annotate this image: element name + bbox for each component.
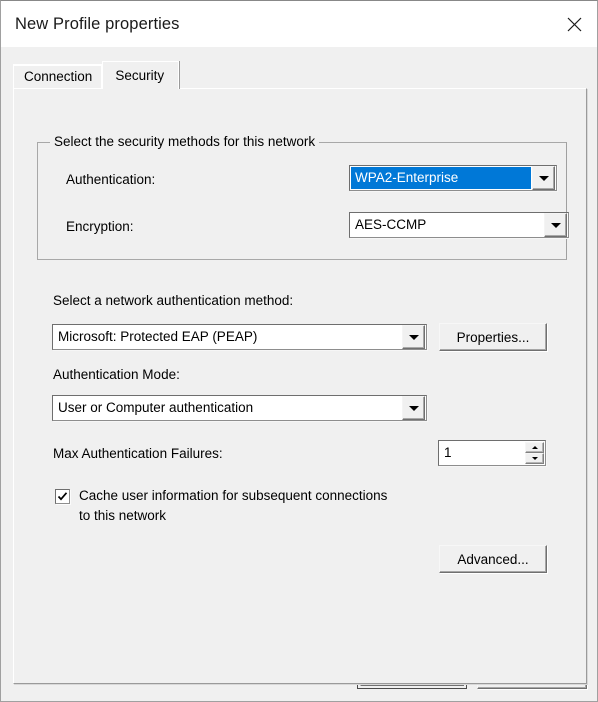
authentication-mode-combobox[interactable]: User or Computer authentication — [52, 395, 427, 421]
tab-security-label: Security — [115, 67, 165, 83]
properties-button[interactable]: Properties... — [439, 323, 547, 351]
authentication-combobox[interactable]: WPA2-Enterprise — [349, 165, 557, 191]
advanced-button[interactable]: Advanced... — [439, 545, 547, 573]
encryption-value: AES-CCMP — [355, 217, 427, 232]
title-bar: New Profile properties — [1, 1, 597, 47]
chevron-down-icon[interactable] — [402, 396, 425, 420]
security-methods-groupbox: Select the security methods for this net… — [37, 134, 569, 260]
network-auth-method-combobox[interactable]: Microsoft: Protected EAP (PEAP) — [52, 324, 427, 350]
security-tab-panel: Select the security methods for this net… — [13, 88, 587, 684]
encryption-label: Encryption: — [66, 219, 134, 234]
chevron-down-icon[interactable] — [532, 166, 555, 190]
cache-user-info-checkbox[interactable] — [55, 489, 70, 504]
tab-connection-label: Connection — [24, 68, 93, 84]
tab-connection[interactable]: Connection — [13, 64, 104, 88]
close-icon[interactable] — [551, 1, 597, 47]
tab-security[interactable]: Security — [102, 61, 180, 89]
authentication-label: Authentication: — [66, 172, 156, 187]
encryption-combobox[interactable]: AES-CCMP — [349, 212, 569, 238]
tab-strip: Connection Security — [13, 61, 180, 89]
chevron-down-icon[interactable] — [402, 325, 425, 349]
network-auth-method-value: Microsoft: Protected EAP (PEAP) — [58, 329, 258, 344]
window-title: New Profile properties — [15, 14, 180, 33]
stepper-down-icon[interactable] — [525, 453, 544, 464]
stepper-buttons — [525, 442, 544, 464]
network-auth-method-label: Select a network authentication method: — [53, 293, 294, 308]
authentication-mode-value: User or Computer authentication — [58, 400, 254, 415]
chevron-down-icon[interactable] — [544, 213, 567, 237]
security-methods-legend: Select the security methods for this net… — [50, 134, 320, 149]
advanced-button-label: Advanced... — [457, 551, 529, 567]
dialog-client-area: Connection Security Select the security … — [1, 47, 597, 701]
stepper-up-icon[interactable] — [525, 442, 544, 453]
max-auth-failures-value: 1 — [444, 445, 452, 460]
authentication-value: WPA2-Enterprise — [351, 167, 531, 189]
checkmark-icon — [57, 492, 68, 501]
max-auth-failures-stepper[interactable]: 1 — [438, 440, 546, 466]
max-auth-failures-label: Max Authentication Failures: — [53, 446, 223, 461]
new-profile-properties-dialog: New Profile properties Connection Securi… — [0, 0, 598, 702]
authentication-mode-label: Authentication Mode: — [53, 367, 180, 382]
properties-button-label: Properties... — [456, 329, 530, 345]
cache-user-info-label: Cache user information for subsequent co… — [79, 488, 388, 523]
cache-user-info-checkbox-row[interactable]: Cache user information for subsequent co… — [55, 486, 525, 526]
